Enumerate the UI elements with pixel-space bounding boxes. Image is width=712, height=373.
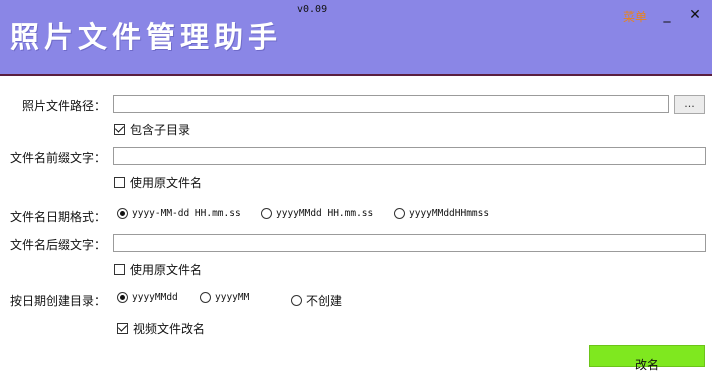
date-format-option-3-label: yyyyMMddHHmmss xyxy=(409,208,490,219)
date-format-option-3[interactable]: yyyyMMddHHmmss xyxy=(394,208,489,219)
browse-button[interactable]: ... xyxy=(674,95,705,114)
version-label: v0.09 xyxy=(297,4,328,15)
dir-option-3[interactable]: 不创建 xyxy=(291,292,342,309)
include-subdir-box[interactable] xyxy=(114,124,125,135)
prefix-label: 文件名前缀文字： xyxy=(10,151,107,165)
dir-option-1[interactable]: yyyyMMdd xyxy=(117,292,178,303)
dir-option-2[interactable]: yyyyMM xyxy=(200,292,249,303)
date-format-option-2[interactable]: yyyyMMdd HH.mm.ss xyxy=(261,208,373,219)
date-format-option-1[interactable]: yyyy-MM-dd HH.mm.ss xyxy=(117,208,241,219)
menu-button[interactable]: 菜单 xyxy=(623,8,647,25)
suffix-use-original-box[interactable] xyxy=(114,264,125,275)
dir-option-2-label: yyyyMM xyxy=(215,292,250,303)
suffix-use-original-checkbox[interactable]: 使用原文件名 xyxy=(114,261,202,278)
title-bar: 照片文件管理助手 v0.09 菜单 _ ✕ xyxy=(0,0,712,76)
dir-radio-2[interactable] xyxy=(200,292,211,303)
minimize-button[interactable]: _ xyxy=(658,6,676,24)
suffix-label: 文件名后缀文字： xyxy=(10,238,107,252)
dir-radio-3[interactable] xyxy=(291,295,302,306)
suffix-use-original-label: 使用原文件名 xyxy=(130,263,203,277)
video-rename-box[interactable] xyxy=(117,323,128,334)
prefix-use-original-checkbox[interactable]: 使用原文件名 xyxy=(114,174,202,191)
prefix-use-original-label: 使用原文件名 xyxy=(130,176,203,190)
video-rename-checkbox[interactable]: 视频文件改名 xyxy=(117,320,205,337)
include-subdir-checkbox[interactable]: 包含子目录 xyxy=(114,121,190,138)
app-title: 照片文件管理助手 xyxy=(10,20,283,54)
dir-by-date-label: 按日期创建目录： xyxy=(10,294,107,308)
date-format-radio-1[interactable] xyxy=(117,208,128,219)
date-format-label: 文件名日期格式： xyxy=(10,210,107,224)
dir-radio-1[interactable] xyxy=(117,292,128,303)
date-format-radio-2[interactable] xyxy=(261,208,272,219)
dir-option-1-label: yyyyMMdd xyxy=(132,292,178,303)
prefix-use-original-box[interactable] xyxy=(114,177,125,188)
video-rename-label: 视频文件改名 xyxy=(133,322,206,336)
photo-path-input[interactable] xyxy=(113,95,669,113)
close-button[interactable]: ✕ xyxy=(686,6,704,24)
dir-option-3-label: 不创建 xyxy=(306,294,343,308)
rename-button[interactable]: 改名 xyxy=(589,345,705,372)
prefix-input[interactable] xyxy=(113,147,706,165)
date-format-option-2-label: yyyyMMdd HH.mm.ss xyxy=(276,208,374,219)
include-subdir-label: 包含子目录 xyxy=(130,123,191,137)
date-format-option-1-label: yyyy-MM-dd HH.mm.ss xyxy=(132,208,241,219)
suffix-input[interactable] xyxy=(113,234,706,252)
photo-path-label: 照片文件路径： xyxy=(22,99,107,113)
date-format-radio-3[interactable] xyxy=(394,208,405,219)
